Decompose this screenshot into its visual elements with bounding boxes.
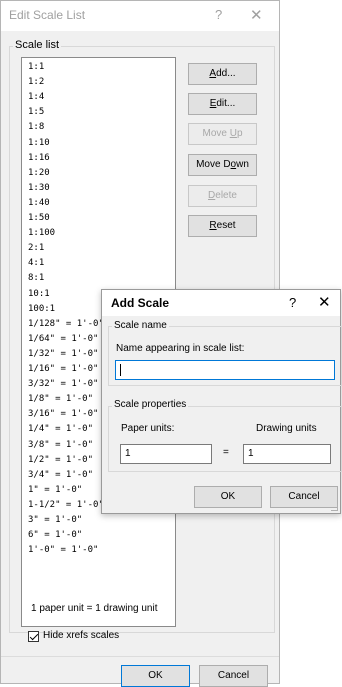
scale-list-item[interactable]: 1:10 [28,137,50,150]
help-icon[interactable]: ? [215,7,222,22]
help-icon[interactable]: ? [289,295,296,310]
add-scale-titlebar: Add Scale ? ✕ [102,290,340,316]
add-scale-cancel-button[interactable]: Cancel [270,486,338,508]
scale-list-item[interactable]: 1:100 [28,227,55,240]
drawing-units-label: Drawing units [256,423,317,434]
scale-list-item[interactable]: 1:40 [28,197,50,210]
scale-list-item[interactable]: 1/32" = 1'-0" [28,348,98,361]
equals-sign: = [223,447,229,458]
scale-list-item[interactable]: 1:4 [28,91,44,104]
scale-list-item[interactable]: 1'-0" = 1'-0" [28,544,98,557]
scale-list-item[interactable]: 1/2" = 1'-0" [28,454,93,467]
resize-grip-icon[interactable] [331,504,338,511]
scale-name-group-label: Scale name [112,320,169,331]
footer-divider [1,656,279,657]
add-scale-ok-button[interactable]: OK [194,486,262,508]
scale-list-item[interactable]: 10:1 [28,288,50,301]
add-scale-title: Add Scale [111,296,170,310]
scale-list-item[interactable]: 1:8 [28,121,44,134]
hide-xrefs-checkbox[interactable] [28,631,39,642]
paper-units-input[interactable]: 1 [120,444,212,464]
scale-list-item[interactable]: 1/64" = 1'-0" [28,333,98,346]
scale-list-item[interactable]: 3/4" = 1'-0" [28,469,93,482]
close-icon[interactable]: ✕ [250,6,263,24]
scale-name-input[interactable] [115,360,335,380]
move-up-button[interactable]: Move Up [188,123,257,145]
add-scale-dialog: Add Scale ? ✕ Scale name Name appearing … [101,289,342,514]
scale-properties-group-label: Scale properties [112,399,189,410]
reset-button[interactable]: Reset [188,215,257,237]
scale-list-item[interactable]: 3/32" = 1'-0" [28,378,98,391]
paper-units-label: Paper units: [121,423,175,434]
scale-list-group-label: Scale list [13,39,62,51]
edit-scale-list-titlebar: Edit Scale List ? ✕ [1,1,279,31]
scale-list-item[interactable]: 1:1 [28,61,44,74]
scale-summary-text: 1 paper unit = 1 drawing unit [31,603,158,614]
scale-list-item[interactable]: 2:1 [28,242,44,255]
scale-list-item[interactable]: 8:1 [28,272,44,285]
scale-list-item[interactable]: 6" = 1'-0" [28,529,82,542]
scale-list-item[interactable]: 1/4" = 1'-0" [28,423,93,436]
scale-name-label: Name appearing in scale list: [116,343,245,354]
edit-button[interactable]: Edit... [188,93,257,115]
close-icon[interactable]: ✕ [318,293,331,311]
scale-list-item[interactable]: 1" = 1'-0" [28,484,82,497]
scale-list-item[interactable]: 4:1 [28,257,44,270]
scale-list-item[interactable]: 1:5 [28,106,44,119]
text-caret [120,364,121,376]
scale-list-item[interactable]: 1-1/2" = 1'-0" [28,499,104,512]
dialog-title: Edit Scale List [9,8,86,22]
add-button[interactable]: Add... [188,63,257,85]
move-down-button[interactable]: Move Down [188,154,257,176]
scale-list-item[interactable]: 1:30 [28,182,50,195]
scale-list-item[interactable]: 1/128" = 1'-0" [28,318,104,331]
hide-xrefs-label[interactable]: Hide xrefs scales [43,630,119,641]
scale-list-item[interactable]: 1:2 [28,76,44,89]
scale-list-item[interactable]: 100:1 [28,303,55,316]
drawing-units-input[interactable]: 1 [243,444,331,464]
scale-list-item[interactable]: 1/16" = 1'-0" [28,363,98,376]
delete-button[interactable]: Delete [188,185,257,207]
scale-list-item[interactable]: 3/8" = 1'-0" [28,439,93,452]
scale-list-item[interactable]: 3/16" = 1'-0" [28,408,98,421]
scale-list-item[interactable]: 1:50 [28,212,50,225]
scale-list-item[interactable]: 3" = 1'-0" [28,514,82,527]
scale-list-item[interactable]: 1:20 [28,167,50,180]
scale-list-item[interactable]: 1:16 [28,152,50,165]
scale-list-item[interactable]: 1/8" = 1'-0" [28,393,93,406]
